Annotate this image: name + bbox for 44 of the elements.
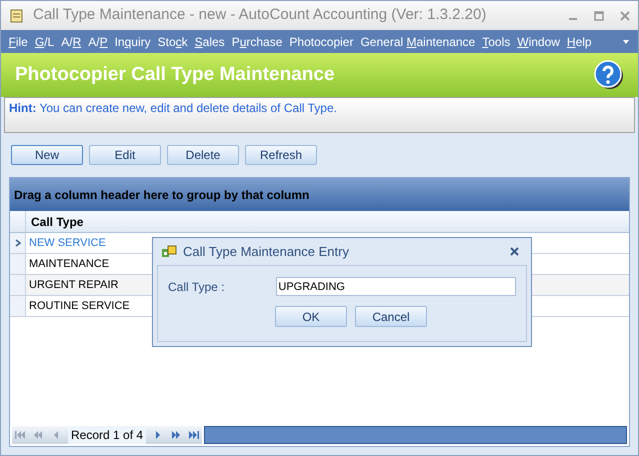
- dialog-icon: [161, 244, 177, 260]
- row-header[interactable]: [10, 233, 26, 253]
- dialog-button[interactable]: OK: [275, 306, 347, 327]
- menu-item[interactable]: Photocopier: [286, 32, 357, 50]
- caret-icon[interactable]: [622, 38, 630, 44]
- field-label: Call Type :: [168, 278, 226, 296]
- menu-item[interactable]: Help: [563, 32, 596, 50]
- close-icon[interactable]: [620, 10, 630, 20]
- help-icon[interactable]: [594, 60, 624, 90]
- table-cell[interactable]: NEW SERVICE: [26, 233, 109, 253]
- table-cell[interactable]: MAINTENANCE: [26, 254, 112, 274]
- dialog-button[interactable]: Cancel: [355, 306, 427, 327]
- menu-item[interactable]: A/P: [84, 32, 112, 50]
- menu-item[interactable]: G/L: [31, 32, 58, 50]
- toolbar-button[interactable]: New: [11, 145, 83, 165]
- toolbar-button[interactable]: Delete: [167, 145, 239, 165]
- column-header[interactable]: Call Type: [26, 211, 88, 232]
- first-page-icon[interactable]: [14, 429, 26, 441]
- group-panel-text: Drag a column header here to group by that column: [14, 186, 310, 204]
- app-icon: [9, 8, 25, 24]
- close-icon[interactable]: [510, 247, 519, 256]
- toolbar-button[interactable]: Edit: [89, 145, 161, 165]
- menu-item[interactable]: Purchase: [228, 32, 286, 50]
- last-page-icon[interactable]: [188, 429, 200, 441]
- menu-item[interactable]: Sales: [191, 32, 228, 50]
- table-cell[interactable]: URGENT REPAIR: [26, 275, 122, 295]
- hint-text: Hint: You can create new, edit and delete details of Call Type.: [9, 101, 337, 115]
- record-counter: Record 1 of 4: [68, 426, 146, 444]
- previous-page-icon[interactable]: [32, 429, 44, 441]
- toolbar-button[interactable]: Refresh: [245, 145, 317, 165]
- next-page-icon[interactable]: [170, 429, 182, 441]
- menu-item[interactable]: General Maintenance: [356, 32, 479, 50]
- table-cell[interactable]: ROUTINE SERVICE: [26, 296, 133, 316]
- window-title: Call Type Maintenance - new - AutoCount Accounting (Ver: 1.3.2.20): [33, 5, 486, 26]
- menu-item[interactable]: Window: [514, 32, 564, 50]
- menu-item[interactable]: File: [5, 32, 32, 50]
- menu-item[interactable]: Tools: [478, 32, 514, 50]
- menu-item[interactable]: A/R: [58, 32, 85, 50]
- menu-item[interactable]: Inquiry: [111, 32, 154, 50]
- page-title: Photocopier Call Type Maintenance: [15, 62, 335, 87]
- dialog-title: Call Type Maintenance Entry: [183, 242, 349, 261]
- menu-item[interactable]: Stock: [154, 32, 192, 50]
- maximize-icon[interactable]: [594, 10, 604, 20]
- call-type-field[interactable]: UPGRADING: [276, 277, 516, 296]
